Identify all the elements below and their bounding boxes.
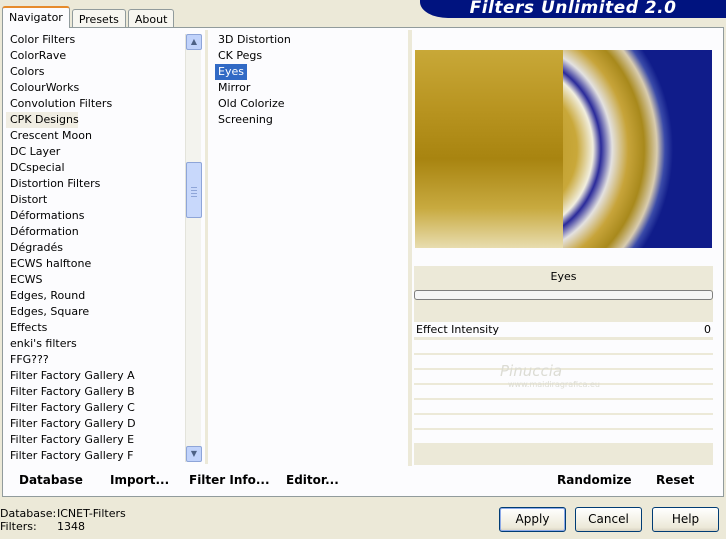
filter-info-button[interactable]: Filter Info... [189,468,270,492]
category-list[interactable]: Color Filters ColorRave Colors ColourWorks C… [6,32,202,462]
category-item[interactable]: ECWS [6,272,202,288]
filter-item[interactable]: Mirror [214,80,404,96]
db-label: Database: [0,507,57,520]
category-item[interactable]: Dégradés [6,240,202,256]
preview-effect-half [563,50,712,248]
category-item[interactable]: FFG??? [6,352,202,368]
category-item[interactable]: CPK Designs [6,112,79,128]
category-item[interactable]: Crescent Moon [6,128,202,144]
database-info: Database:ICNET-Filters Filters: 1348 [0,507,126,533]
filters-count: 1348 [57,520,85,533]
watermark-signature: Pinuccia [500,362,563,380]
db-value: ICNET-Filters [57,507,126,520]
apply-button[interactable]: Apply [499,507,566,532]
filter-item[interactable]: CK Pegs [214,48,404,64]
divider [408,30,412,466]
tab-about[interactable]: About [127,9,175,28]
import-button[interactable]: Import... [110,468,169,492]
category-item[interactable]: Déformations [6,208,202,224]
watermark-url: www.maidiragrafica.eu [508,380,600,389]
category-item[interactable]: ColourWorks [6,80,202,96]
scroll-up-icon[interactable]: ▲ [186,34,202,50]
tab-bar: Navigator Presets About [2,6,176,28]
param-value: 0 [704,323,711,336]
app-title-banner: Filters Unlimited 2.0 [420,0,726,18]
category-item[interactable]: Effects [6,320,202,336]
category-item[interactable]: Déformation [6,224,202,240]
param-empty-rows [414,340,713,445]
database-button[interactable]: Database [19,468,83,492]
filter-list[interactable]: 3D Distortion CK Pegs Eyes Mirror Old Colori… [214,32,404,128]
progress-bar [414,290,713,300]
category-item[interactable]: Filter Factory Gallery E [6,432,202,448]
help-button[interactable]: Help [652,507,719,532]
category-item[interactable]: DCspecial [6,160,202,176]
randomize-button[interactable]: Randomize [557,468,631,492]
reset-button[interactable]: Reset [656,468,694,492]
category-item[interactable]: Filter Factory Gallery D [6,416,202,432]
preview-original-half [415,50,563,248]
category-item[interactable]: Filter Factory Gallery C [6,400,202,416]
category-scrollbar[interactable]: ▲ ▼ [185,34,202,462]
tab-presets[interactable]: Presets [71,9,126,28]
param-label: Effect Intensity [416,323,500,336]
category-item[interactable]: Distort [6,192,202,208]
divider [205,30,208,464]
filter-item[interactable]: Old Colorize [214,96,404,112]
filter-item[interactable]: Eyes [215,64,247,80]
preview-filter-name: Eyes [550,270,577,283]
parameters-panel: Eyes Effect Intensity 0 [414,266,713,465]
category-item[interactable]: Filter Factory Gallery F [6,448,202,462]
filter-item[interactable]: Screening [214,112,404,128]
scroll-down-icon[interactable]: ▼ [186,446,202,462]
category-item[interactable]: Distortion Filters [6,176,202,192]
preview-image [415,50,712,248]
filters-label: Filters: [0,520,37,533]
category-item[interactable]: Colors [6,64,202,80]
param-effect-intensity[interactable]: Effect Intensity 0 [414,322,713,338]
tab-navigator[interactable]: Navigator [2,6,70,28]
category-item[interactable]: Edges, Square [6,304,202,320]
category-item[interactable]: enki's filters [6,336,202,352]
filter-item[interactable]: 3D Distortion [214,32,404,48]
cancel-button[interactable]: Cancel [575,507,642,532]
category-item[interactable]: Convolution Filters [6,96,202,112]
category-item[interactable]: ColorRave [6,48,202,64]
category-item[interactable]: Color Filters [6,32,202,48]
category-item[interactable]: Filter Factory Gallery A [6,368,202,384]
category-item[interactable]: DC Layer [6,144,202,160]
scroll-thumb[interactable] [186,162,202,218]
category-item[interactable]: Edges, Round [6,288,202,304]
category-item[interactable]: Filter Factory Gallery B [6,384,202,400]
category-item[interactable]: ECWS halftone [6,256,202,272]
editor-button[interactable]: Editor... [286,468,339,492]
